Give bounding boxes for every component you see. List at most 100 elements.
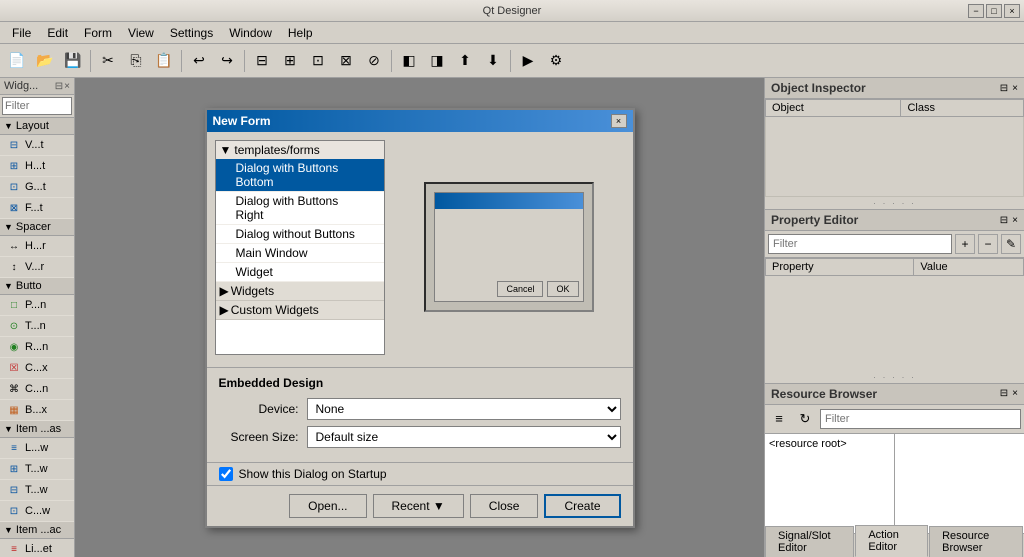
property-float-icon[interactable]: ⊟ bbox=[1000, 215, 1008, 226]
tree-item-dialog-buttons-right[interactable]: Dialog with Buttons Right bbox=[216, 192, 384, 225]
list-item[interactable]: ⊞ T...w bbox=[0, 459, 74, 480]
list-item[interactable]: ⊞ H...t bbox=[0, 156, 74, 177]
list-item[interactable]: ≡ Li...et bbox=[0, 539, 74, 557]
section-buttons[interactable]: ▼ Butto bbox=[0, 278, 74, 295]
create-button[interactable]: Create bbox=[544, 494, 620, 518]
menu-view[interactable]: View bbox=[120, 24, 162, 42]
toolbar-layout-g[interactable]: ⊡ bbox=[305, 48, 331, 74]
recent-button[interactable]: Recent ▼ bbox=[373, 494, 464, 518]
menu-settings[interactable]: Settings bbox=[162, 24, 221, 42]
toolbar-align-b[interactable]: ⬇ bbox=[480, 48, 506, 74]
list-item[interactable]: ↔ H...r bbox=[0, 236, 74, 257]
menu-file[interactable]: File bbox=[4, 24, 39, 42]
toolbar-layout-h[interactable]: ⊟ bbox=[249, 48, 275, 74]
tree-item-dialog-no-buttons[interactable]: Dialog without Buttons bbox=[216, 225, 384, 244]
list-item[interactable]: ⊡ G...t bbox=[0, 177, 74, 198]
list-item[interactable]: ⊡ C...w bbox=[0, 501, 74, 522]
resource-list-button[interactable]: ≡ bbox=[768, 408, 790, 430]
toolbar-layout-f[interactable]: ⊠ bbox=[333, 48, 359, 74]
toolbar-paste[interactable]: 📋 bbox=[151, 48, 177, 74]
toolbar-cut[interactable]: ✂ bbox=[95, 48, 121, 74]
menu-help[interactable]: Help bbox=[280, 24, 321, 42]
resource-refresh-button[interactable]: ↻ bbox=[794, 408, 816, 430]
list-item[interactable]: ↕ V...r bbox=[0, 257, 74, 278]
list-item[interactable]: ☒ C...x bbox=[0, 358, 74, 379]
screen-select[interactable]: Default size bbox=[307, 426, 621, 448]
tab-signal-slot[interactable]: Signal/Slot Editor bbox=[765, 526, 854, 557]
inspector-col-object: Object bbox=[766, 100, 901, 117]
resource-filter-input[interactable] bbox=[820, 409, 1021, 429]
tree-group-custom[interactable]: ▶ Custom Widgets bbox=[216, 301, 384, 320]
list-item[interactable]: ⊟ V...t bbox=[0, 135, 74, 156]
list-item[interactable]: ⌘ C...n bbox=[0, 379, 74, 400]
property-title: Property Editor bbox=[771, 213, 858, 227]
list-item[interactable]: □ P...n bbox=[0, 295, 74, 316]
toolbar-sep-3 bbox=[244, 50, 245, 72]
toolbar-layout-break[interactable]: ⊘ bbox=[361, 48, 387, 74]
toolbar-redo[interactable]: ↪ bbox=[214, 48, 240, 74]
toolbar-align-l[interactable]: ◧ bbox=[396, 48, 422, 74]
screen-row: Screen Size: Default size bbox=[219, 426, 621, 448]
list-item[interactable]: ▦ B...x bbox=[0, 400, 74, 421]
list-item[interactable]: ⊙ T...n bbox=[0, 316, 74, 337]
dialog-close-button[interactable]: × bbox=[611, 114, 627, 128]
startup-checkbox[interactable] bbox=[219, 467, 233, 481]
toolbar-settings[interactable]: ⚙ bbox=[543, 48, 569, 74]
preview-cancel-btn: Cancel bbox=[497, 281, 543, 297]
tab-resource-browser[interactable]: Resource Browser bbox=[929, 526, 1023, 557]
menu-form[interactable]: Form bbox=[76, 24, 120, 42]
menu-window[interactable]: Window bbox=[221, 24, 280, 42]
tab-action-editor[interactable]: Action Editor bbox=[855, 525, 928, 557]
property-remove-button[interactable]: − bbox=[978, 234, 998, 254]
toolbar-save[interactable]: 💾 bbox=[60, 48, 86, 74]
widget-item-label: B...x bbox=[25, 404, 47, 416]
toolbar-layout-v[interactable]: ⊞ bbox=[277, 48, 303, 74]
list-item[interactable]: ≡ L...w bbox=[0, 438, 74, 459]
resource-float-icon[interactable]: ⊟ bbox=[1000, 388, 1008, 399]
device-row: Device: None bbox=[219, 398, 621, 420]
menu-edit[interactable]: Edit bbox=[39, 24, 76, 42]
widget-panel-close-icon[interactable]: × bbox=[64, 81, 70, 92]
property-configure-button[interactable]: ✎ bbox=[1001, 234, 1021, 254]
widget-item-label: G...t bbox=[25, 181, 46, 193]
open-button[interactable]: Open... bbox=[289, 494, 366, 518]
property-filter-input[interactable] bbox=[768, 234, 952, 254]
section-buttons-label: Butto bbox=[16, 280, 42, 292]
toolbar-align-r[interactable]: ◨ bbox=[424, 48, 450, 74]
property-close-icon[interactable]: × bbox=[1012, 215, 1018, 226]
toolbar-undo[interactable]: ↩ bbox=[186, 48, 212, 74]
toolbar-sep-5 bbox=[510, 50, 511, 72]
section-spacers[interactable]: ▼ Spacer bbox=[0, 219, 74, 236]
inspector-close-icon[interactable]: × bbox=[1012, 83, 1018, 94]
toolbar-new[interactable]: 📄 bbox=[4, 48, 30, 74]
toolbar-copy[interactable]: ⎘ bbox=[123, 48, 149, 74]
list-item[interactable]: ⊟ T...w bbox=[0, 480, 74, 501]
toolbar-open[interactable]: 📂 bbox=[32, 48, 58, 74]
toolbar-sep-4 bbox=[391, 50, 392, 72]
minimize-button[interactable]: − bbox=[968, 4, 984, 18]
property-add-button[interactable]: + bbox=[955, 234, 975, 254]
widget-filter-input[interactable] bbox=[2, 97, 72, 115]
section-itemviews[interactable]: ▼ Item ...as bbox=[0, 421, 74, 438]
inspector-float-icon[interactable]: ⊟ bbox=[1000, 83, 1008, 94]
list-item[interactable]: ⊠ F...t bbox=[0, 198, 74, 219]
tree-item-widget[interactable]: Widget bbox=[216, 263, 384, 282]
tree-item-dialog-buttons-bottom[interactable]: Dialog with Buttons Bottom bbox=[216, 159, 384, 192]
resource-close-icon[interactable]: × bbox=[1012, 388, 1018, 399]
section-itemwidgets[interactable]: ▼ Item ...ac bbox=[0, 522, 74, 539]
resource-root-item[interactable]: <resource root> bbox=[769, 438, 847, 450]
close-button[interactable]: Close bbox=[470, 494, 539, 518]
toolbar-align-t[interactable]: ⬆ bbox=[452, 48, 478, 74]
maximize-button[interactable]: □ bbox=[986, 4, 1002, 18]
close-button[interactable]: × bbox=[1004, 4, 1020, 18]
toolbar-preview[interactable]: ▶ bbox=[515, 48, 541, 74]
device-select[interactable]: None bbox=[307, 398, 621, 420]
section-layouts[interactable]: ▼ Layout bbox=[0, 118, 74, 135]
tree-item-main-window[interactable]: Main Window bbox=[216, 244, 384, 263]
tree-group-widgets[interactable]: ▶ Widgets bbox=[216, 282, 384, 301]
resource-tree: <resource root> bbox=[765, 434, 895, 534]
dialog-title-bar: New Form × bbox=[207, 110, 633, 132]
tree-header-templates[interactable]: ▼ templates/forms bbox=[216, 141, 384, 159]
list-item[interactable]: ◉ R...n bbox=[0, 337, 74, 358]
widget-panel-float-icon[interactable]: ⊟ bbox=[55, 81, 63, 92]
